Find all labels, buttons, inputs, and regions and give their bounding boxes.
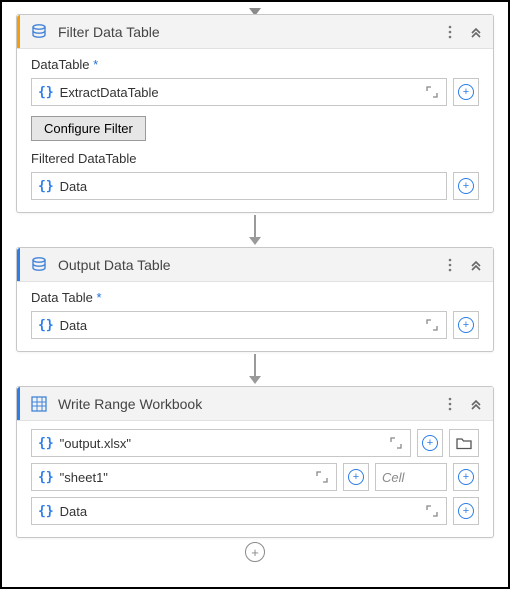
input-row-datatable: {} Data + [31, 311, 479, 339]
required-star: * [97, 290, 102, 305]
configure-filter-button[interactable]: Configure Filter [31, 116, 146, 141]
activity-header[interactable]: Write Range Workbook [17, 387, 493, 421]
activity-filter-data-table[interactable]: Filter Data Table DataTable * {} Extract… [16, 14, 494, 213]
plus-button[interactable]: + [343, 463, 369, 491]
braces-icon: {} [38, 436, 54, 451]
braces-icon: {} [38, 504, 54, 519]
sheet-name-input[interactable]: {} "sheet1" [31, 463, 337, 491]
datatable-input[interactable]: {} Data [31, 311, 447, 339]
braces-icon: {} [38, 470, 54, 485]
activity-body: Data Table * {} Data + [17, 282, 493, 351]
activity-body: DataTable * {} ExtractDataTable + Config… [17, 49, 493, 212]
activity-body: {} "output.xlsx" + {} "sheet1" [17, 421, 493, 537]
activity-write-range-workbook[interactable]: Write Range Workbook {} "output.xlsx" + [16, 386, 494, 538]
collapse-icon[interactable] [467, 395, 485, 413]
activity-output-data-table[interactable]: Output Data Table Data Table * {} Data [16, 247, 494, 352]
plus-circle-icon: + [458, 178, 474, 194]
plus-button[interactable]: + [453, 172, 479, 200]
plus-button[interactable]: + [453, 497, 479, 525]
datatable-input[interactable]: {} ExtractDataTable [31, 78, 447, 106]
plus-button[interactable]: + [453, 311, 479, 339]
plus-button[interactable]: + [453, 78, 479, 106]
filtered-input[interactable]: {} Data [31, 172, 447, 200]
cell-input[interactable]: Cell [375, 463, 447, 491]
activity-title: Output Data Table [58, 257, 433, 273]
folder-icon [456, 436, 472, 450]
plus-circle-icon: + [458, 317, 474, 333]
collapse-icon[interactable] [467, 256, 485, 274]
kebab-menu-icon[interactable] [441, 395, 459, 413]
field-label-datatable: Data Table * [31, 290, 479, 305]
accent-bar [17, 15, 20, 48]
plus-circle-icon: + [458, 84, 474, 100]
input-value: ExtractDataTable [60, 85, 418, 100]
activity-title: Write Range Workbook [58, 396, 433, 412]
browse-file-button[interactable] [449, 429, 479, 457]
accent-bar [17, 387, 20, 420]
add-activity-button[interactable]: + [245, 542, 265, 562]
accent-bar [17, 248, 20, 281]
input-value: Data [60, 504, 418, 519]
expand-editor-icon[interactable] [424, 317, 440, 333]
input-value: Data [60, 318, 418, 333]
braces-icon: {} [38, 318, 54, 333]
input-row-filtered: {} Data + [31, 172, 479, 200]
expand-editor-icon[interactable] [424, 84, 440, 100]
expand-editor-icon[interactable] [424, 503, 440, 519]
connector-arrow [249, 215, 261, 245]
required-star: * [93, 57, 98, 72]
spreadsheet-icon [28, 393, 50, 415]
range-data-input[interactable]: {} Data [31, 497, 447, 525]
plus-circle-icon: + [422, 435, 438, 451]
activity-title: Filter Data Table [58, 24, 433, 40]
workflow-canvas: Filter Data Table DataTable * {} Extract… [0, 0, 510, 589]
braces-icon: {} [38, 85, 54, 100]
kebab-menu-icon[interactable] [441, 256, 459, 274]
plus-circle-icon: + [245, 542, 265, 562]
activity-header[interactable]: Output Data Table [17, 248, 493, 282]
expand-editor-icon[interactable] [388, 435, 404, 451]
field-label-datatable: DataTable * [31, 57, 479, 72]
label-text: Data Table [31, 290, 93, 305]
workbook-path-input[interactable]: {} "output.xlsx" [31, 429, 411, 457]
label-text: DataTable [31, 57, 90, 72]
expand-editor-icon[interactable] [314, 469, 330, 485]
plus-button[interactable]: + [453, 463, 479, 491]
database-icon [28, 21, 50, 43]
activity-header[interactable]: Filter Data Table [17, 15, 493, 49]
input-value: "output.xlsx" [60, 436, 382, 451]
input-row-range: {} Data + [31, 497, 479, 525]
input-value: "sheet1" [60, 470, 308, 485]
plus-button[interactable]: + [417, 429, 443, 457]
plus-circle-icon: + [458, 469, 474, 485]
input-value: Data [60, 179, 440, 194]
kebab-menu-icon[interactable] [441, 23, 459, 41]
input-placeholder: Cell [382, 470, 440, 485]
plus-circle-icon: + [348, 469, 364, 485]
braces-icon: {} [38, 179, 54, 194]
database-icon [28, 254, 50, 276]
connector-arrow [249, 354, 261, 384]
field-label-filtered: Filtered DataTable [31, 151, 479, 166]
input-row-sheet-cell: {} "sheet1" + Cell + [31, 463, 479, 491]
input-row-datatable: {} ExtractDataTable + [31, 78, 479, 106]
plus-circle-icon: + [458, 503, 474, 519]
collapse-icon[interactable] [467, 23, 485, 41]
input-row-workbook: {} "output.xlsx" + [31, 429, 479, 457]
